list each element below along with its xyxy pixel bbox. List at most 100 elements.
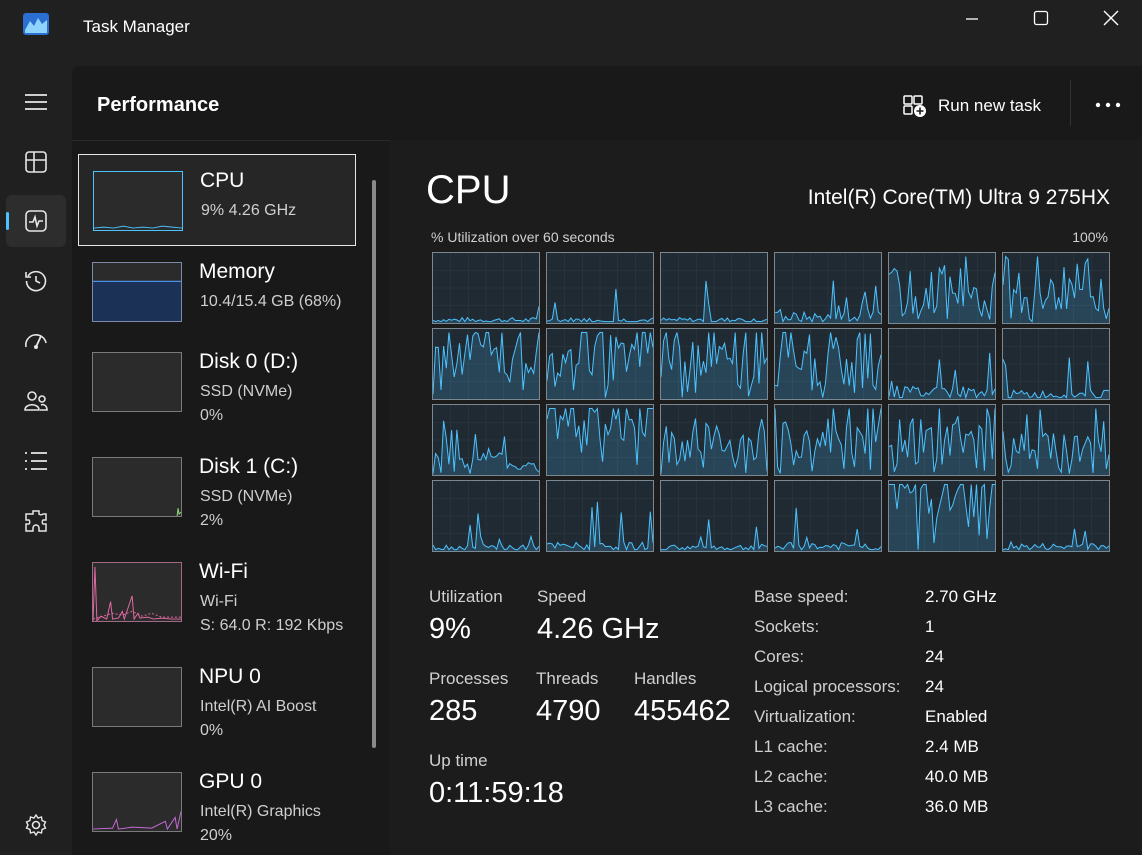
- header-divider: [1070, 80, 1071, 126]
- speed-label: Speed: [537, 587, 587, 606]
- resource-item-disk-1[interactable]: Disk 1 (C:) SSD (NVMe) 2%: [78, 441, 356, 533]
- logical-processor-graph: [432, 252, 540, 324]
- graph-caption: % Utilization over 60 seconds: [431, 229, 615, 245]
- logical-processor-graph: [774, 252, 882, 324]
- run-new-task-button[interactable]: Run new task: [902, 88, 1041, 124]
- logical-processor-graph: [888, 328, 996, 400]
- run-new-task-label: Run new task: [938, 96, 1041, 115]
- app-title: Task Manager: [83, 17, 190, 36]
- logical-processor-graph: [432, 480, 540, 552]
- page-header: Performance Run new task: [72, 66, 1142, 141]
- nav-processes[interactable]: [6, 136, 66, 188]
- logical-processor-graph: [1002, 328, 1110, 400]
- resource-thumbnail-graph: [92, 352, 182, 412]
- logical-processor-graph: [1002, 404, 1110, 476]
- resource-detail-line-1: Wi-Fi: [200, 593, 238, 610]
- resource-item-wifi[interactable]: Wi-Fi Wi-Fi S: 64.0 R: 192 Kbps: [78, 546, 356, 638]
- spec-label: Cores:: [754, 647, 805, 666]
- logical-processor-graph: [660, 328, 768, 400]
- resource-item-cpu[interactable]: CPU 9% 4.26 GHz: [78, 154, 356, 246]
- resource-detail-line-1: Intel(R) AI Boost: [200, 698, 317, 715]
- spec-value: 2.4 MB: [925, 737, 979, 756]
- nav-performance[interactable]: [6, 195, 66, 247]
- logical-processor-graph: [888, 252, 996, 324]
- app-history-icon: [25, 270, 47, 292]
- resource-detail-line-2: 2%: [200, 512, 224, 529]
- logical-processor-graph: [660, 480, 768, 552]
- nav-services[interactable]: [6, 495, 66, 547]
- resource-item-npu-0[interactable]: NPU 0 Intel(R) AI Boost 0%: [78, 651, 356, 743]
- resource-list: CPU 9% 4.26 GHz Memory 10.4/15.4 GB (68%…: [72, 144, 382, 855]
- nav-details[interactable]: [6, 435, 66, 487]
- resource-name: Disk 1 (C:): [199, 455, 299, 478]
- resource-thumbnail-graph: [92, 457, 182, 517]
- logical-processor-graph: [888, 480, 996, 552]
- resource-detail-line-2: 20%: [200, 827, 233, 844]
- close-button[interactable]: [1076, 0, 1142, 36]
- logical-processor-graph: [660, 252, 768, 324]
- spec-value: 2.70 GHz: [925, 587, 997, 606]
- more-options-button[interactable]: [1090, 90, 1126, 120]
- services-icon: [25, 510, 47, 532]
- resource-item-memory[interactable]: Memory 10.4/15.4 GB (68%): [78, 246, 356, 338]
- minimize-button[interactable]: [937, 0, 1007, 36]
- nav-app-history[interactable]: [6, 255, 66, 307]
- logical-processor-graph: [1002, 480, 1110, 552]
- resource-name: GPU 0: [199, 770, 263, 793]
- cpu-model-name: Intel(R) Core(TM) Ultra 9 275HX: [807, 186, 1110, 209]
- processes-label: Processes: [429, 669, 509, 688]
- speed-value: 4.26 GHz: [537, 613, 660, 645]
- maximize-button[interactable]: [1006, 0, 1076, 36]
- resource-name: Disk 0 (D:): [199, 350, 299, 373]
- handles-label: Handles: [634, 669, 697, 688]
- logical-processor-graph: [774, 328, 882, 400]
- spec-value: 24: [925, 647, 944, 666]
- title-bar: Task Manager: [0, 0, 1142, 56]
- resource-detail-line-1: SSD (NVMe): [200, 383, 293, 400]
- logical-processor-graph: [546, 480, 654, 552]
- resource-name: Memory: [199, 260, 275, 283]
- nav-menu-button[interactable]: [6, 76, 66, 128]
- graph-max-label: 100%: [1072, 229, 1108, 245]
- uptime-label: Up time: [429, 751, 488, 770]
- logical-processor-graph: [774, 404, 882, 476]
- logical-processor-graph: [660, 404, 768, 476]
- nav-startup-apps[interactable]: [6, 315, 66, 367]
- resource-list-scrollbar[interactable]: [372, 180, 376, 748]
- resource-name: CPU: [200, 169, 245, 192]
- resource-name: Wi-Fi: [199, 560, 248, 583]
- navigation-rail: [0, 56, 72, 855]
- spec-label: Logical processors:: [754, 677, 901, 696]
- spec-label: L3 cache:: [754, 797, 828, 816]
- close-icon: [1103, 10, 1119, 26]
- nav-users[interactable]: [6, 375, 66, 427]
- resource-detail-line-2: 0%: [200, 722, 224, 739]
- resource-thumbnail-graph: [92, 262, 182, 322]
- details-icon: [25, 452, 47, 470]
- performance-icon: [25, 210, 47, 232]
- detail-title: CPU: [426, 168, 511, 212]
- resource-name: NPU 0: [199, 665, 261, 688]
- processes-icon: [25, 151, 47, 173]
- resource-item-gpu-0[interactable]: GPU 0 Intel(R) Graphics 20%: [78, 756, 356, 848]
- threads-value: 4790: [536, 695, 601, 727]
- spec-value: 1: [925, 617, 935, 636]
- run-new-task-icon: [903, 95, 926, 117]
- resource-item-disk-0[interactable]: Disk 0 (D:) SSD (NVMe) 0%: [78, 336, 356, 428]
- handles-value: 455462: [634, 695, 731, 727]
- uptime-value: 0:11:59:18: [429, 777, 564, 809]
- logical-processor-graph: [1002, 252, 1110, 324]
- hamburger-menu-icon: [25, 94, 47, 110]
- spec-value: Enabled: [925, 707, 988, 726]
- resource-thumbnail-graph: [92, 562, 182, 622]
- nav-settings[interactable]: [6, 799, 66, 851]
- page-title: Performance: [97, 94, 220, 116]
- logical-processor-graph: [432, 328, 540, 400]
- settings-icon: [25, 813, 47, 837]
- spec-value: 40.0 MB: [925, 767, 989, 786]
- resource-detail-line-1: SSD (NVMe): [200, 488, 293, 505]
- spec-label: Base speed:: [754, 587, 849, 606]
- threads-label: Threads: [536, 669, 599, 688]
- logical-processor-graph: [774, 480, 882, 552]
- resource-thumbnail-graph: [92, 667, 182, 727]
